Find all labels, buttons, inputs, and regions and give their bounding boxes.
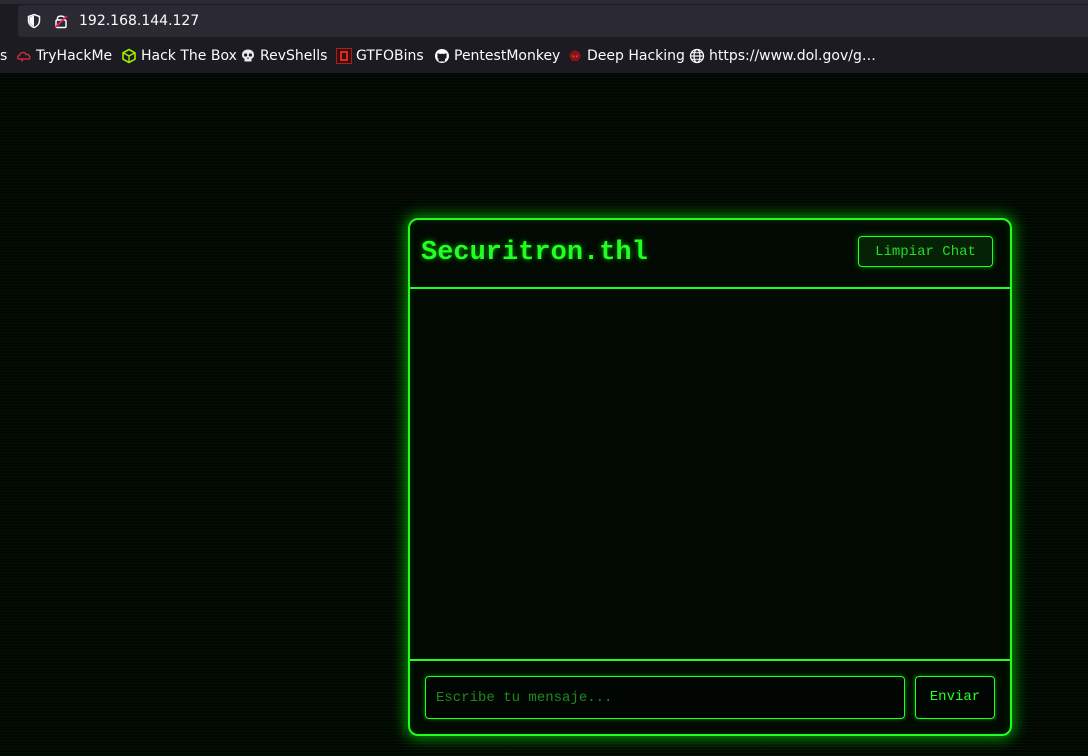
bookmarks-toolbar: s TryHackMe Hack The Box RevShells GTFOB… xyxy=(0,40,1088,72)
chat-panel: Securitron.thl Limpiar Chat Enviar xyxy=(408,218,1012,736)
send-button[interactable]: Enviar xyxy=(915,676,995,719)
bookmark-tryhackme[interactable]: TryHackMe xyxy=(16,47,112,65)
bookmark-label: PentestMonkey xyxy=(454,48,561,64)
bookmark-deep-hacking[interactable]: Deep Hacking xyxy=(567,47,685,65)
insecure-lock-icon[interactable] xyxy=(53,13,69,29)
bookmark-hack-the-box[interactable]: Hack The Box xyxy=(121,47,237,65)
bookmark-label: Deep Hacking xyxy=(587,48,685,64)
chat-header: Securitron.thl Limpiar Chat xyxy=(410,220,1010,289)
github-icon xyxy=(435,49,449,63)
shield-icon[interactable] xyxy=(26,13,42,29)
deephacking-icon xyxy=(569,50,581,61)
hackthebox-icon xyxy=(122,48,136,64)
bookmark-label: s xyxy=(0,48,8,64)
url-text[interactable]: 192.168.144.127 xyxy=(79,12,199,30)
message-area[interactable] xyxy=(410,289,1010,661)
bookmark-label: GTFOBins xyxy=(356,48,424,64)
bookmark-label: RevShells xyxy=(260,48,328,64)
bookmark-label: https://www.dol.gov/g… xyxy=(709,48,876,64)
browser-toolbar: 192.168.144.127 s TryHackMe Hack The Box xyxy=(0,0,1088,73)
bookmark-label: TryHackMe xyxy=(36,48,113,64)
bookmark-overflow[interactable]: s xyxy=(0,47,7,65)
gtfobins-icon xyxy=(336,48,352,64)
chat-title: Securitron.thl xyxy=(421,238,648,268)
bookmark-dol-gov[interactable]: https://www.dol.gov/g… xyxy=(689,47,876,65)
globe-icon xyxy=(689,48,705,64)
clear-chat-button[interactable]: Limpiar Chat xyxy=(858,236,993,267)
bookmark-revshells[interactable]: RevShells xyxy=(240,47,327,65)
message-input[interactable] xyxy=(425,676,905,719)
tryhackme-icon xyxy=(16,51,31,62)
skull-icon xyxy=(242,49,254,62)
bookmark-pentestmonkey[interactable]: PentestMonkey xyxy=(434,47,560,65)
tab-strip-edge xyxy=(0,0,1088,4)
url-bar[interactable]: 192.168.144.127 xyxy=(18,5,1088,37)
input-row: Enviar xyxy=(410,661,1010,734)
bookmark-label: Hack The Box xyxy=(141,48,237,64)
bookmark-gtfobins[interactable]: GTFOBins xyxy=(336,47,424,65)
